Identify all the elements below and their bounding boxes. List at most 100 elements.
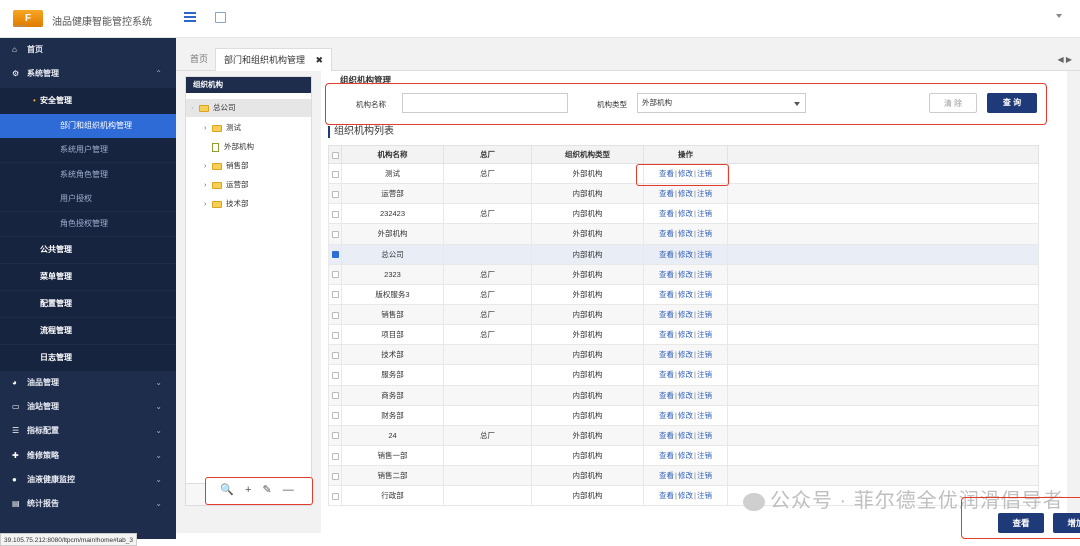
view-link[interactable]: 查看	[659, 209, 674, 218]
row-checkbox[interactable]	[328, 183, 342, 205]
sidebar-item-4[interactable]: ☰ 指标配置 ⌄	[0, 419, 176, 443]
tab-org-management[interactable]: 部门和组织机构管理 ✖	[215, 48, 333, 71]
edit-link[interactable]: 修改	[678, 330, 693, 339]
tree-node[interactable]: › 销售部	[204, 157, 249, 175]
org-name-input[interactable]	[402, 93, 568, 113]
table-row[interactable]: 24 总厂 外部机构 查看|修改|注销	[328, 424, 1039, 446]
sidebar-group-security[interactable]: • 安全管理	[0, 88, 176, 114]
user-menu-caret-icon[interactable]	[1056, 14, 1062, 18]
table-row[interactable]: 商务部 内部机构 查看|修改|注销	[328, 384, 1039, 406]
row-checkbox[interactable]	[328, 344, 342, 366]
cancel-link[interactable]: 注销	[697, 491, 712, 500]
sidebar-item-2[interactable]: ◕ 油品管理 ⌄	[0, 371, 176, 395]
view-link[interactable]: 查看	[659, 310, 674, 319]
sidebar-item-6[interactable]: ● 油液健康监控 ⌄	[0, 468, 176, 492]
sidebar-item-5[interactable]: ✚ 维修策略 ⌄	[0, 444, 176, 468]
cancel-link[interactable]: 注销	[697, 250, 712, 259]
view-link[interactable]: 查看	[659, 229, 674, 238]
table-row[interactable]: 外部机构 外部机构 查看|修改|注销	[328, 223, 1039, 245]
add-button[interactable]: 增加	[1053, 513, 1080, 533]
row-checkbox[interactable]	[328, 384, 342, 406]
tree-tools-icons[interactable]: 🔍 + ✎ —	[220, 484, 298, 496]
table-row[interactable]: 版权服务3 总厂 外部机构 查看|修改|注销	[328, 283, 1039, 305]
tab-home[interactable]: 首页	[182, 48, 216, 71]
edit-link[interactable]: 修改	[678, 411, 693, 420]
edit-link[interactable]: 修改	[678, 189, 693, 198]
row-checkbox[interactable]	[328, 303, 342, 326]
edit-link[interactable]: 修改	[678, 370, 693, 379]
edit-link[interactable]: 修改	[678, 250, 693, 259]
sidebar-group-4[interactable]: 日志管理	[0, 345, 176, 371]
close-tab-icon[interactable]: ✖	[316, 55, 324, 65]
sidebar-group-3[interactable]: 流程管理	[0, 318, 176, 344]
view-link[interactable]: 查看	[659, 391, 674, 400]
view-link[interactable]: 查看	[659, 471, 674, 480]
row-checkbox[interactable]	[328, 465, 342, 487]
cancel-link[interactable]: 注销	[697, 350, 712, 359]
row-checkbox[interactable]	[328, 223, 342, 245]
edit-link[interactable]: 修改	[678, 451, 693, 460]
edit-link[interactable]: 修改	[678, 431, 693, 440]
row-checkbox[interactable]	[328, 203, 342, 225]
sidebar-group-2[interactable]: 配置管理	[0, 291, 176, 317]
cancel-link[interactable]: 注销	[697, 270, 712, 279]
table-row[interactable]: 销售二部 内部机构 查看|修改|注销	[328, 465, 1039, 487]
edit-link[interactable]: 修改	[678, 209, 693, 218]
tab-scroll-arrows-icon[interactable]: ◀ ▶	[1057, 55, 1072, 64]
row-checkbox[interactable]	[328, 485, 342, 507]
fullscreen-icon[interactable]	[215, 12, 226, 23]
cancel-link[interactable]: 注销	[697, 189, 712, 198]
edit-link[interactable]: 修改	[678, 270, 693, 279]
select-all-checkbox[interactable]	[328, 145, 342, 164]
view-link[interactable]: 查看	[659, 250, 674, 259]
query-button[interactable]: 查 询	[987, 93, 1037, 113]
table-row[interactable]: 技术部 内部机构 查看|修改|注销	[328, 344, 1039, 366]
sidebar-item-0[interactable]: ⌂ 首页	[0, 38, 176, 62]
table-row[interactable]: 总公司 内部机构 查看|修改|注销	[328, 243, 1039, 265]
sidebar-subitem-0[interactable]: 部门和组织机构管理	[0, 114, 176, 138]
tree-node[interactable]: › 测试	[204, 119, 241, 137]
sidebar-subitem-1[interactable]: 系统用户管理	[0, 138, 176, 163]
table-row[interactable]: 232423 总厂 内部机构 查看|修改|注销	[328, 203, 1039, 225]
table-row[interactable]: 项目部 总厂 外部机构 查看|修改|注销	[328, 324, 1039, 346]
table-row[interactable]: 运营部 内部机构 查看|修改|注销	[328, 183, 1039, 205]
clear-button[interactable]: 清 除	[929, 93, 977, 113]
cancel-link[interactable]: 注销	[697, 370, 712, 379]
tree-node[interactable]: › 运营部	[204, 176, 249, 194]
sidebar-subitem-3[interactable]: 用户授权	[0, 187, 176, 212]
table-row[interactable]: 销售一部 内部机构 查看|修改|注销	[328, 444, 1039, 467]
sidebar-item-7[interactable]: ▤ 统计报告 ⌄	[0, 492, 176, 516]
sidebar-item-3[interactable]: ▭ 油站管理 ⌄	[0, 395, 176, 419]
cancel-link[interactable]: 注销	[697, 451, 712, 460]
edit-link[interactable]: 修改	[678, 471, 693, 480]
view-link[interactable]: 查看	[659, 491, 674, 500]
cancel-link[interactable]: 注销	[697, 431, 712, 440]
sidebar-subitem-2[interactable]: 系统角色管理	[0, 162, 176, 187]
cancel-link[interactable]: 注销	[697, 290, 712, 299]
cancel-link[interactable]: 注销	[697, 209, 712, 218]
edit-link[interactable]: 修改	[678, 491, 693, 500]
view-link[interactable]: 查看	[659, 350, 674, 359]
view-link[interactable]: 查看	[659, 270, 674, 279]
row-checkbox[interactable]	[328, 404, 342, 426]
row-checkbox[interactable]	[328, 162, 342, 185]
cancel-link[interactable]: 注销	[697, 391, 712, 400]
row-checkbox[interactable]	[328, 243, 342, 265]
edit-link[interactable]: 修改	[678, 350, 693, 359]
row-checkbox[interactable]	[328, 324, 342, 346]
view-link[interactable]: 查看	[659, 431, 674, 440]
menu-toggle-icon[interactable]	[184, 12, 196, 22]
sidebar-group-0[interactable]: 公共管理	[0, 237, 176, 263]
row-checkbox[interactable]	[328, 283, 342, 305]
cancel-link[interactable]: 注销	[697, 330, 712, 339]
tree-node-root[interactable]: · 总公司	[186, 99, 311, 117]
sidebar-item-1[interactable]: ⚙ 系统管理 ⌃	[0, 62, 176, 86]
cancel-link[interactable]: 注销	[697, 310, 712, 319]
table-row[interactable]: 销售部 总厂 内部机构 查看|修改|注销	[328, 303, 1039, 326]
view-link[interactable]: 查看	[659, 370, 674, 379]
view-link[interactable]: 查看	[659, 290, 674, 299]
view-link[interactable]: 查看	[659, 411, 674, 420]
table-row[interactable]: 财务部 内部机构 查看|修改|注销	[328, 404, 1039, 426]
row-checkbox[interactable]	[328, 444, 342, 467]
view-button[interactable]: 查看	[998, 513, 1044, 533]
